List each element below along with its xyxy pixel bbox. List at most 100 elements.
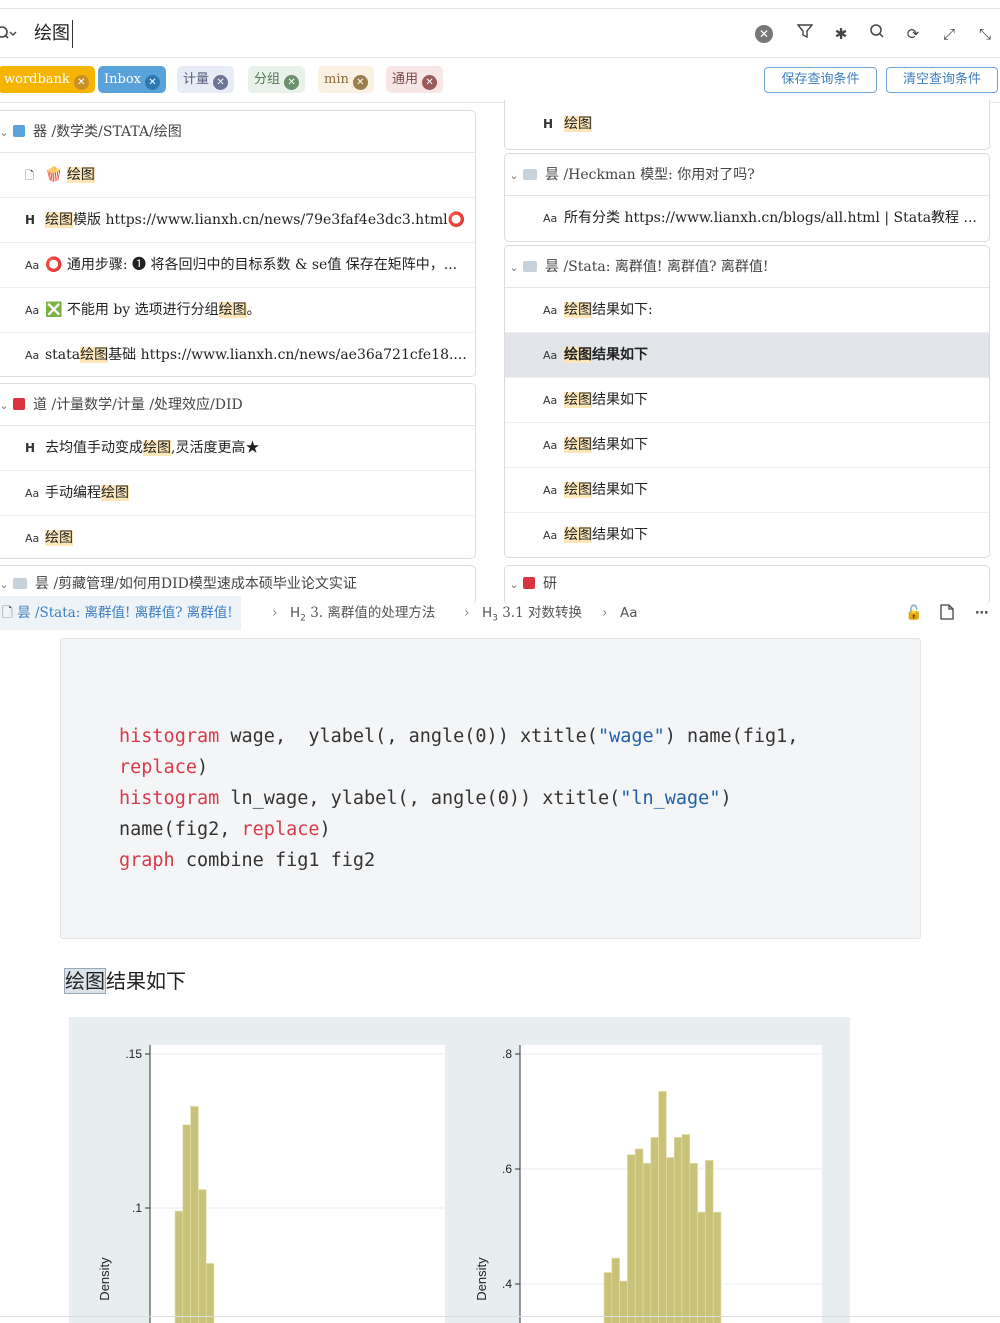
result-row[interactable]: Aa 绘图: [0, 516, 475, 558]
refresh-icon[interactable]: ⟳: [902, 23, 924, 45]
tag-inbox[interactable]: Inbox ✕: [98, 66, 166, 93]
chevron-down-icon[interactable]: ⌄: [505, 155, 523, 197]
app-window: 绘图 ✕ ✱ ⟳ ⤢ ⤡ wordbank ✕ Inbox ✕ 计量 ✕ 分组 ✕ mi…: [0, 0, 1000, 1323]
breadcrumb-h2-label: 3. 离群值的处理方法: [310, 605, 436, 621]
result-text: 绘图: [564, 102, 983, 147]
breadcrumb-doc[interactable]: 🗋 昙 /Stata: 离群值! 离群值? 离群值!: [0, 596, 241, 630]
result-row[interactable]: Aa 绘图结果如下: [505, 378, 989, 423]
heading-icon: H: [25, 213, 36, 227]
result-text: ❎ 不能用 by 选项进行分组绘图。: [45, 288, 469, 332]
y-tick-label: .1: [132, 1201, 142, 1215]
result-group-heckman: ⌄ 昙 /Heckman 模型: 你用对了吗? Aa 所有分类 https://ww…: [504, 153, 990, 242]
remove-tag-icon[interactable]: ✕: [73, 75, 89, 90]
breadcrumb-h3-label: 3.1 对数转换: [502, 605, 582, 621]
result-row[interactable]: H 绘图: [505, 102, 989, 147]
result-row[interactable]: Aa 绘图结果如下: [505, 423, 989, 468]
result-row[interactable]: Aa 绘图结果如下: [505, 513, 989, 557]
bottom-divider: [0, 1316, 1000, 1317]
result-text: 绘图结果如下:: [564, 288, 983, 332]
result-row[interactable]: Aa 所有分类 https://www.lianxh.cn/blogs/all.h…: [505, 196, 989, 241]
chevron-down-icon[interactable]: ⌄: [505, 247, 523, 289]
result-text: 绘图: [45, 516, 469, 558]
search-loop-icon[interactable]: [866, 23, 888, 45]
document-icon: 🗋: [25, 169, 34, 182]
histogram-bar: [627, 1154, 636, 1323]
highlight-match: 绘图: [45, 530, 73, 546]
histogram-chart: .15 .1 Density .8 .6 .4 Density: [97, 1045, 822, 1323]
group-title: 昙 /Stata: 离群值! 离群值? 离群值!: [545, 259, 769, 275]
code-text: wage, ylabel(, angle(0)) xtitle(: [219, 726, 598, 747]
clear-search-icon[interactable]: ✕: [755, 25, 773, 43]
y-tick-label: .15: [125, 1047, 142, 1061]
text-after: 。: [246, 302, 261, 318]
filter-icon[interactable]: [794, 23, 816, 45]
result-row[interactable]: H 绘图模版 https://www.lianxh.cn/news/79e3faf…: [0, 198, 475, 243]
group-title: 昙 /剪藏管理/如何用DID模型速成本硕毕业论文实证: [35, 576, 357, 592]
tag-wordbank[interactable]: wordbank ✕: [0, 66, 95, 93]
group-header[interactable]: ⌄ 器 /数学类/STATA/绘图: [0, 111, 475, 153]
text-after: 结果如下: [592, 482, 648, 498]
highlight-match: 绘图: [66, 167, 95, 183]
y-tick-label: .8: [502, 1047, 512, 1061]
remove-tag-icon[interactable]: ✕: [145, 75, 160, 90]
text-before: ⭕ 通用步骤: ❶ 将各回归中的目标系数 & se值 保存在矩阵中，...: [45, 257, 458, 273]
result-row[interactable]: Aa 手动编程绘图: [0, 471, 475, 516]
result-row[interactable]: Aa ❎ 不能用 by 选项进行分组绘图。: [0, 288, 475, 333]
result-row[interactable]: Aa stata绘图基础 https://www.lianxh.cn/news/a…: [0, 333, 475, 376]
histogram-bar: [611, 1257, 620, 1323]
code-line: histogram wage, ylabel(, angle(0)) xtitl…: [119, 721, 798, 752]
tag-jiliang[interactable]: 计量 ✕: [177, 66, 235, 93]
tag-fenzu[interactable]: 分组 ✕: [248, 66, 306, 93]
remove-tag-icon[interactable]: ✕: [422, 75, 438, 90]
y-axis-label: Density: [97, 1257, 112, 1301]
result-row[interactable]: Aa ⭕ 通用步骤: ❶ 将各回归中的目标系数 & se值 保存在矩阵中，...: [0, 243, 475, 288]
search-input[interactable]: 绘图: [34, 20, 73, 48]
save-query-button[interactable]: 保存查询条件: [764, 67, 877, 93]
search-mode-icon[interactable]: [0, 22, 24, 46]
group-header[interactable]: ⌄ 昙 /Heckman 模型: 你用对了吗?: [505, 154, 989, 196]
paragraph-icon: Aa: [543, 529, 558, 542]
more-icon[interactable]: ⋯: [975, 596, 989, 630]
remove-tag-icon[interactable]: ✕: [352, 75, 368, 90]
histogram-bar: [697, 1211, 706, 1323]
asterisk-icon[interactable]: ✱: [830, 23, 852, 45]
code-string: "ln_wage": [620, 788, 721, 809]
code-text: ): [319, 819, 331, 840]
unlock-icon[interactable]: 🔓: [905, 596, 922, 630]
result-row[interactable]: Aa 绘图结果如下: [505, 333, 989, 378]
expand-icon[interactable]: ⤢: [938, 23, 960, 45]
breadcrumb-h3[interactable]: H3 3.1 对数转换: [482, 596, 582, 636]
result-group-outlier: ⌄ 昙 /Stata: 离群值! 离群值? 离群值! Aa 绘图结果如下: Aa 绘图结…: [504, 245, 990, 558]
chevron-down-icon[interactable]: ⌄: [0, 112, 13, 154]
result-text: ⭕ 通用步骤: ❶ 将各回归中的目标系数 & se值 保存在矩阵中，...: [45, 243, 469, 287]
clear-query-button[interactable]: 清空查询条件: [886, 67, 998, 93]
group-title: 昙 /Heckman 模型: 你用对了吗?: [545, 167, 755, 183]
histogram-bar: [174, 1210, 184, 1323]
result-row[interactable]: Aa 绘图结果如下: [505, 468, 989, 513]
group-header[interactable]: ⌄ 道 /计量数学/计量 /处理效应/DID: [0, 384, 475, 426]
result-row[interactable]: Aa 绘图结果如下:: [505, 288, 989, 333]
collapse-icon[interactable]: ⤡: [974, 23, 996, 45]
tag-min[interactable]: min ✕: [318, 66, 374, 93]
result-row[interactable]: H 去均值手动变成绘图,灵活度更高★: [0, 426, 475, 471]
remove-tag-icon[interactable]: ✕: [284, 75, 300, 90]
histogram-bar: [205, 1263, 215, 1323]
text-before: 手动编程: [45, 485, 101, 501]
doc-icon: 🗋: [2, 605, 18, 621]
chevron-down-icon[interactable]: ⌄: [0, 385, 13, 427]
tag-tongyong[interactable]: 通用 ✕: [386, 66, 444, 93]
page-icon[interactable]: [940, 596, 954, 630]
code-line: histogram ln_wage, ylabel(, angle(0)) xt…: [119, 783, 732, 814]
result-row[interactable]: 🗋 🍿 绘图: [0, 153, 475, 198]
breadcrumb-paragraph[interactable]: Aa: [620, 596, 638, 630]
doc-color-icon: [13, 125, 25, 137]
chevron-right-icon: ›: [464, 605, 470, 621]
y-tick-label: .4: [502, 1277, 512, 1291]
remove-tag-icon[interactable]: ✕: [213, 75, 229, 90]
group-header[interactable]: ⌄ 昙 /Stata: 离群值! 离群值? 离群值!: [505, 246, 989, 288]
code-block[interactable]: histogram wage, ylabel(, angle(0)) xtitl…: [60, 638, 921, 939]
highlight-match: 绘图: [45, 212, 73, 228]
chevron-right-icon: ›: [272, 605, 278, 621]
breadcrumb-h2[interactable]: H2 3. 离群值的处理方法: [290, 596, 435, 636]
paragraph-icon: Aa: [543, 304, 558, 317]
